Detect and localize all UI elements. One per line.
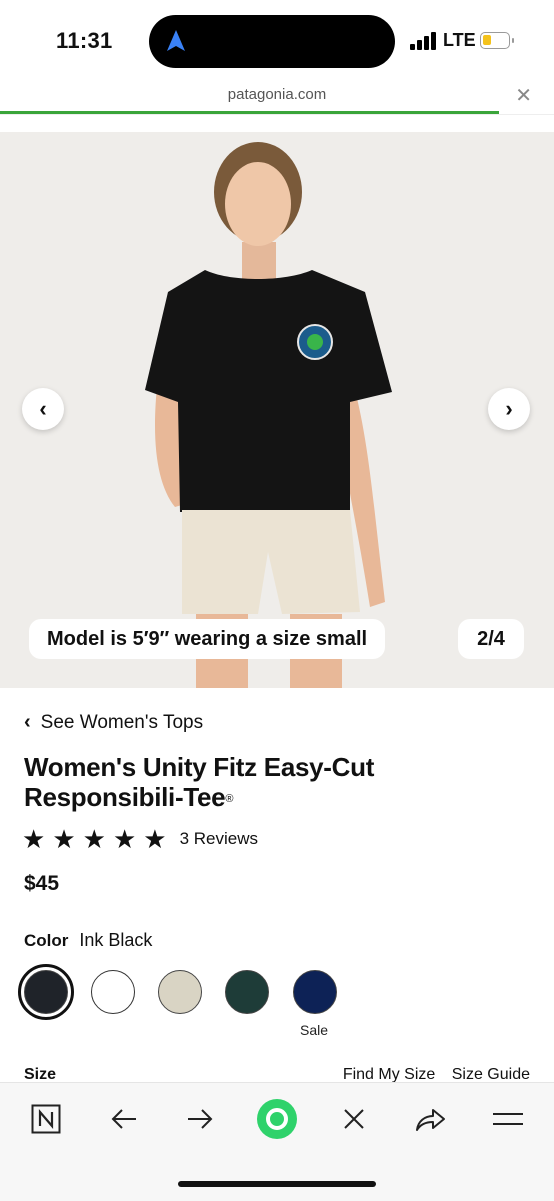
chevron-left-icon: ‹ (39, 396, 47, 421)
product-image-gallery[interactable]: ‹ › Model is 5′9″ wearing a size small 2… (0, 132, 554, 688)
home-indicator (178, 1181, 376, 1187)
sale-label: Sale (300, 1022, 329, 1038)
close-icon[interactable]: ✕ (515, 83, 532, 108)
product-price: $45 (24, 872, 60, 895)
product-title: Women's Unity Fitz Easy-Cut Responsibili… (24, 752, 424, 812)
share-icon[interactable] (410, 1101, 450, 1137)
color-swatch-white[interactable] (91, 970, 135, 1014)
star-icon: ★ (143, 824, 167, 854)
image-counter: 2/4 (458, 619, 524, 659)
color-label: Color (24, 931, 69, 950)
star-icon: ★ (52, 824, 76, 854)
divider (0, 114, 554, 115)
product-title-text: Women's Unity Fitz Easy-Cut Responsibili… (24, 752, 375, 812)
clock: 11:31 (56, 28, 113, 53)
menu-icon[interactable] (488, 1101, 528, 1137)
model-size-caption: Model is 5′9″ wearing a size small (29, 619, 386, 659)
find-my-size-link[interactable]: Find My Size (343, 1066, 435, 1083)
url-text[interactable]: patagonia.com (0, 86, 554, 103)
forward-arrow-icon[interactable] (180, 1101, 220, 1137)
signal-icon (410, 32, 438, 50)
back-arrow-icon[interactable] (104, 1101, 144, 1137)
color-swatch-ink-black[interactable] (18, 964, 74, 1020)
selected-color-name: Ink Black (79, 930, 153, 950)
dynamic-island (149, 15, 395, 68)
color-swatch-beige[interactable] (158, 970, 202, 1014)
chevron-left-icon: ‹ (24, 711, 31, 733)
next-image-button[interactable]: › (488, 388, 530, 430)
network-label: LTE (443, 30, 476, 50)
color-swatch-dark-green[interactable] (225, 970, 269, 1014)
registered-mark: ® (225, 793, 234, 805)
star-icon: ★ (82, 824, 106, 854)
color-selector-label: Color Ink Black (24, 930, 152, 951)
n-app-icon[interactable] (26, 1101, 66, 1137)
back-to-category-link[interactable]: ‹ See Women's Tops (24, 711, 203, 734)
star-icon: ★ (22, 824, 46, 854)
close-icon[interactable] (334, 1101, 374, 1137)
reviews-link[interactable]: 3 Reviews (180, 829, 258, 849)
battery-icon (480, 32, 514, 49)
chevron-right-icon: › (505, 396, 513, 421)
color-swatch-navy[interactable] (293, 970, 337, 1014)
status-bar: 11:31 LTE (0, 0, 554, 80)
rating[interactable]: ★ ★ ★ ★ ★ 3 Reviews (22, 825, 258, 853)
size-guide-link[interactable]: Size Guide (452, 1066, 530, 1083)
size-label: Size (24, 1066, 57, 1083)
previous-image-button[interactable]: ‹ (22, 388, 64, 430)
back-link-label: See Women's Tops (40, 711, 204, 733)
star-icon: ★ (112, 824, 137, 854)
assistant-orb-icon[interactable] (253, 1095, 301, 1143)
navigation-arrow-icon (167, 30, 185, 51)
product-photo (145, 142, 392, 688)
